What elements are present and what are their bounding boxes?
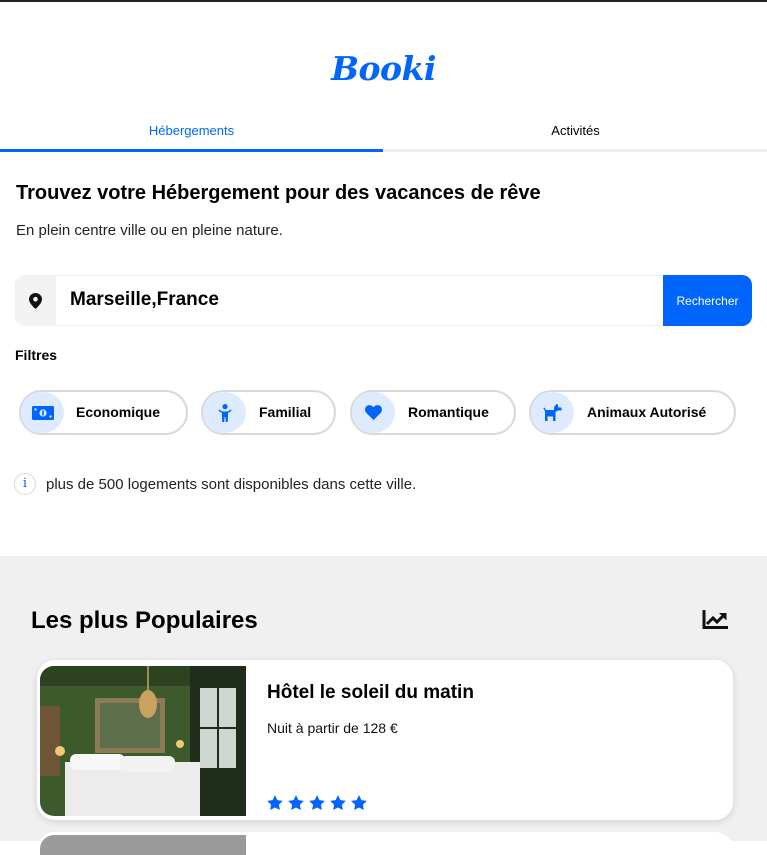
page-subtitle: En plein centre ville ou en pleine natur… <box>16 222 283 239</box>
filter-label: Familial <box>259 404 312 420</box>
filters-heading: Filtres <box>15 347 58 363</box>
map-pin-icon <box>16 276 56 325</box>
booki-logo[interactable]: Booki <box>0 49 767 88</box>
tab-activites[interactable]: Activités <box>384 120 767 152</box>
money-bill-icon <box>21 392 64 433</box>
trend-up-icon <box>702 610 728 635</box>
filter-romantique[interactable]: Romantique <box>350 390 516 435</box>
availability-text: plus de 500 logements sont disponibles d… <box>46 476 417 493</box>
page-title: Trouvez votre Hébergement pour des vacan… <box>16 182 541 204</box>
search-bar: Rechercher <box>15 275 752 326</box>
dog-icon <box>531 392 574 433</box>
hotel-card[interactable]: Hôtel le soleil du matin Nuit à partir d… <box>37 660 733 820</box>
filter-label: Animaux Autorisé <box>587 404 707 420</box>
search-input[interactable] <box>70 285 650 315</box>
heart-icon <box>352 392 395 433</box>
popular-title: Les plus Populaires <box>31 607 258 634</box>
hotel-price: Nuit à partir de 128 € <box>267 720 398 736</box>
filter-animaux-autorise[interactable]: Animaux Autorisé <box>529 390 736 435</box>
popular-section: Les plus Populaires Hôtel le soleil du m… <box>0 556 767 855</box>
hotel-photo <box>40 835 246 855</box>
star-icon <box>288 795 304 811</box>
star-icon <box>267 795 283 811</box>
hotel-card-next[interactable] <box>37 832 733 855</box>
filter-label: Economique <box>76 404 161 420</box>
search-button[interactable]: Rechercher <box>663 275 752 326</box>
star-icon <box>351 795 367 811</box>
star-icon <box>330 795 346 811</box>
tab-bar: Hébergements Activités <box>0 120 767 152</box>
filter-economique[interactable]: Economique <box>19 390 188 435</box>
rating-stars <box>266 794 368 812</box>
filter-label: Romantique <box>408 404 489 420</box>
tab-hebergements[interactable]: Hébergements <box>0 120 383 152</box>
hotel-photo <box>40 666 246 816</box>
star-icon <box>309 795 325 811</box>
child-icon <box>203 392 246 433</box>
info-icon: i <box>14 473 36 495</box>
filter-familial[interactable]: Familial <box>201 390 336 435</box>
hotel-name: Hôtel le soleil du matin <box>267 682 474 703</box>
